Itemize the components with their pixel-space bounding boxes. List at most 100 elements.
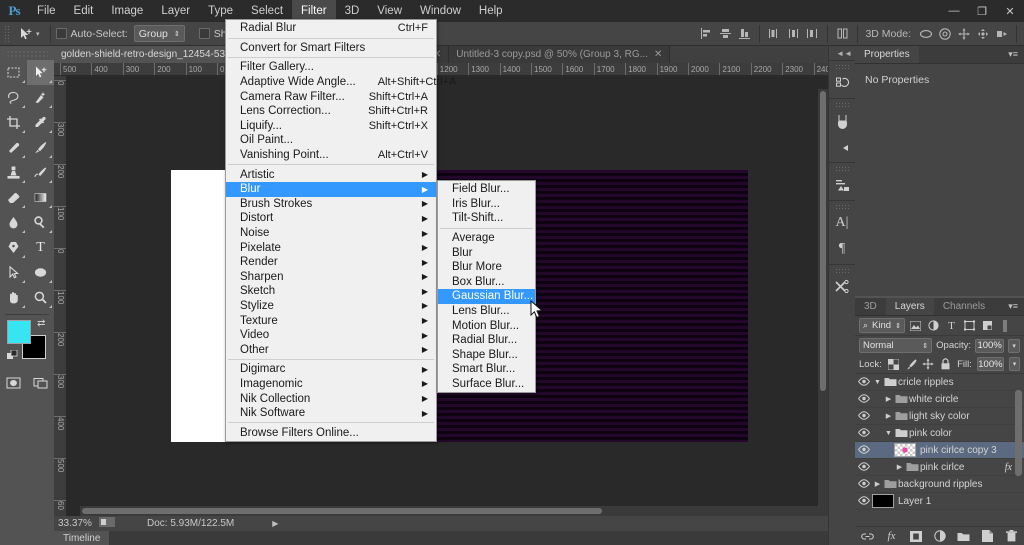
menu-item[interactable]: Noise ▶: [226, 226, 436, 241]
menu-item[interactable]: Surface Blur...: [438, 377, 535, 392]
adjustments-panel-icon[interactable]: [829, 172, 855, 198]
menu-item[interactable]: Lens Blur...: [438, 304, 535, 319]
menu-item[interactable]: Radial Blur...: [438, 333, 535, 348]
tool-brush[interactable]: [27, 135, 54, 160]
menu-item[interactable]: Brush Strokes ▶: [226, 197, 436, 212]
menu-item[interactable]: Sketch ▶: [226, 284, 436, 299]
expand-group-icon[interactable]: ▶: [894, 463, 905, 471]
menu-item[interactable]: Nik Collection ▶: [226, 391, 436, 406]
menu-item[interactable]: Texture ▶: [226, 313, 436, 328]
tool-ellipse-shape[interactable]: [27, 260, 54, 285]
properties-panel-menu-icon[interactable]: ▾≡: [1002, 46, 1024, 63]
layer-thumbnail[interactable]: [872, 494, 894, 508]
menu-item[interactable]: Camera Raw Filter... Shift+Ctrl+A: [226, 89, 436, 104]
tool-hand[interactable]: [0, 285, 27, 310]
layer-visibility-icon[interactable]: [855, 376, 872, 388]
dock-grip-2[interactable]: [835, 102, 849, 107]
menu-item[interactable]: Iris Blur...: [438, 197, 535, 212]
expand-group-icon[interactable]: ▶: [883, 395, 894, 403]
menu-item[interactable]: Video ▶: [226, 328, 436, 343]
menu-item[interactable]: Distort ▶: [226, 211, 436, 226]
group-icon[interactable]: [956, 529, 971, 544]
tab-layers[interactable]: Layers: [885, 298, 934, 315]
tool-crop[interactable]: [0, 110, 27, 135]
collapse-group-icon[interactable]: ▼: [872, 379, 883, 386]
menu-item[interactable]: Pixelate ▶: [226, 240, 436, 255]
default-colors-icon[interactable]: [7, 349, 19, 365]
brush-panel-icon[interactable]: [829, 108, 855, 134]
expand-group-icon[interactable]: ▶: [872, 480, 883, 488]
tab-3d[interactable]: 3D: [855, 298, 886, 315]
move-tool-indicator[interactable]: ▾: [14, 27, 45, 41]
layer-filter-kind-select[interactable]: ⌕ Kind ⇕: [859, 318, 905, 333]
scale-3d-icon[interactable]: [992, 24, 1011, 43]
auto-select-scope-select[interactable]: Group ⇕: [133, 25, 185, 42]
layer-row[interactable]: ▶ white circle: [855, 391, 1024, 408]
rotate-3d-icon[interactable]: [916, 24, 935, 43]
tool-eyedropper[interactable]: [27, 110, 54, 135]
layer-row[interactable]: ▼ cricle ripples: [855, 374, 1024, 391]
menu-item[interactable]: Blur: [438, 245, 535, 260]
lock-all-icon[interactable]: [939, 357, 952, 371]
align-vertical-centers-icon[interactable]: [716, 24, 735, 43]
align-bottom-edges-icon[interactable]: [735, 24, 754, 43]
tool-gradient[interactable]: [27, 185, 54, 210]
layer-list-scrollbar[interactable]: [1014, 376, 1023, 486]
layer-visibility-icon[interactable]: [855, 393, 872, 405]
filter-toggle-icon[interactable]: [998, 318, 1013, 333]
tool-marquee[interactable]: [0, 60, 27, 85]
layer-visibility-icon[interactable]: [855, 444, 872, 456]
toolbox-grip[interactable]: [6, 50, 48, 57]
menu-item[interactable]: Vanishing Point... Alt+Ctrl+V: [226, 148, 436, 163]
menu-item[interactable]: Adaptive Wide Angle... Alt+Shift+Ctrl+A: [226, 75, 456, 90]
swap-colors-icon[interactable]: ⇄: [37, 318, 45, 329]
history-panel-icon[interactable]: [829, 70, 855, 96]
layer-row[interactable]: ▶ pink cirlce fx: [855, 459, 1024, 476]
menu-item[interactable]: Blur ▶: [226, 181, 436, 197]
fx-icon[interactable]: fx: [884, 529, 899, 544]
menu-item[interactable]: Lens Correction... Shift+Ctrl+R: [226, 104, 436, 119]
layer-visibility-icon[interactable]: [855, 495, 872, 507]
status-menu-arrow-icon[interactable]: ▶: [272, 519, 278, 528]
lock-transparent-pixels-icon[interactable]: [887, 357, 900, 371]
roll-3d-icon[interactable]: [935, 24, 954, 43]
zoom-level-field[interactable]: 33.37%: [54, 518, 99, 529]
tool-type[interactable]: T: [27, 235, 54, 260]
close-tab-icon[interactable]: ✕: [654, 49, 662, 60]
dock-grip-4[interactable]: [835, 204, 849, 209]
tool-blur[interactable]: [0, 210, 27, 235]
layer-visibility-icon[interactable]: [855, 461, 872, 473]
paragraph-panel-icon[interactable]: ¶: [829, 236, 855, 262]
filter-smart-objects-icon[interactable]: [980, 318, 995, 333]
tool-path-selection[interactable]: [0, 260, 27, 285]
menu-item[interactable]: Browse Filters Online...: [226, 425, 436, 440]
slide-3d-icon[interactable]: [973, 24, 992, 43]
options-grip[interactable]: [4, 24, 11, 43]
vertical-ruler[interactable]: 0 300 200 100 0 100 200 300 400 500 60: [54, 76, 67, 516]
menu-item[interactable]: Other ▶: [226, 342, 436, 357]
menu-item[interactable]: Shape Blur...: [438, 348, 535, 363]
menu-item[interactable]: Stylize ▶: [226, 299, 436, 314]
canvas-vertical-scrollbar[interactable]: [818, 89, 828, 516]
new-layer-icon[interactable]: [980, 529, 995, 544]
layer-row[interactable]: ▶ background ripples: [855, 476, 1024, 493]
menu-item[interactable]: Smart Blur...: [438, 362, 535, 377]
tool-spot-healing[interactable]: [0, 135, 27, 160]
character-panel-icon[interactable]: A|: [829, 210, 855, 236]
collapse-group-icon[interactable]: ▼: [883, 430, 894, 437]
menu-item[interactable]: Radial Blur Ctrl+F: [226, 21, 436, 36]
menu-image[interactable]: Image: [102, 0, 152, 22]
horizontal-ruler[interactable]: 5004003002001000100011001200130014001500…: [54, 63, 828, 76]
auto-select-checkbox[interactable]: [55, 28, 67, 39]
menu-item[interactable]: Nik Software ▶: [226, 406, 436, 421]
menu-item[interactable]: Tilt-Shift...: [438, 211, 535, 226]
link-icon[interactable]: [860, 529, 875, 544]
tool-presets-panel-icon[interactable]: [829, 274, 855, 300]
menu-item[interactable]: Artistic ▶: [226, 167, 436, 182]
layer-row[interactable]: Layer 1: [855, 493, 1024, 510]
blend-mode-select[interactable]: Normal ⇕: [859, 338, 933, 353]
menu-item[interactable]: Sharpen ▶: [226, 270, 436, 285]
tool-history-brush[interactable]: [27, 160, 54, 185]
tool-quick-selection[interactable]: [27, 85, 54, 110]
brush-presets-panel-icon[interactable]: [829, 134, 855, 160]
